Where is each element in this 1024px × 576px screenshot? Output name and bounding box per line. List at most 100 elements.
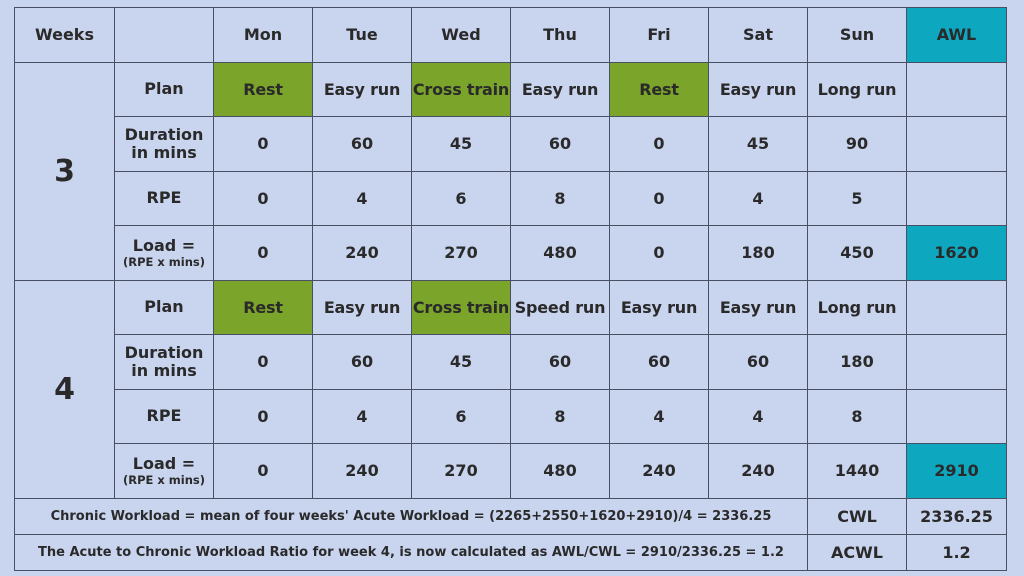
plan-cell-wed: Cross train: [411, 61, 511, 117]
plan-cell-sun: Long run: [807, 279, 907, 335]
load-cell-mon: 0: [213, 443, 313, 499]
plan-cell-fri: Easy run: [609, 279, 709, 335]
load-label: Load = (RPE x mins): [114, 225, 214, 281]
load-cell-fri: 0: [609, 225, 709, 281]
rpe-label: RPE: [114, 170, 214, 226]
week-4-duration-row: Duration in mins 0 60 45 60 60 60 180: [15, 334, 1007, 390]
week-3-rpe-row: RPE 0 4 6 8 0 4 5: [15, 170, 1007, 226]
cwl-value: 2336.25: [906, 497, 1007, 535]
acwl-value: 1.2: [906, 533, 1007, 571]
rpe-cell-mon: 0: [213, 170, 313, 226]
rpe-cell-sat: 4: [708, 170, 808, 226]
duration-label-line1: Duration: [124, 124, 204, 144]
acwl-formula: The Acute to Chronic Workload Ratio for …: [14, 533, 808, 571]
week-3-load-row: Load = (RPE x mins) 0 240 270 480 0 180 450 1620: [15, 225, 1007, 281]
week-4-plan-row: 4 Plan Rest Easy run Cross train Speed run Eas…: [14, 279, 1007, 499]
plan-cell-sat: Easy run: [708, 279, 808, 335]
acwl-row: The Acute to Chronic Workload Ratio for …: [14, 533, 1007, 571]
cwl-row: Chronic Workload = mean of four weeks' A…: [14, 497, 1007, 535]
load-cell-wed: 270: [411, 225, 511, 281]
rpe-cell-wed: 6: [411, 170, 511, 226]
awl-empty-cell: [906, 334, 1007, 390]
plan-label: Plan: [114, 61, 214, 117]
rpe-cell-sun: 8: [807, 388, 907, 444]
week-3-duration-row: Duration in mins 0 60 45 60 0 45 90: [15, 116, 1007, 172]
duration-label-line2: in mins: [131, 142, 197, 162]
rpe-cell-thu: 8: [510, 388, 610, 444]
plan-cell-fri: Rest: [609, 61, 709, 117]
load-cell-tue: 240: [312, 443, 412, 499]
plan-cell-mon: Rest: [213, 279, 313, 335]
rpe-cell-thu: 8: [510, 170, 610, 226]
rpe-cell-sun: 5: [807, 170, 907, 226]
awl-empty-cell: [906, 61, 1007, 117]
duration-cell-wed: 45: [411, 334, 511, 390]
awl-header: AWL: [906, 7, 1007, 63]
rpe-cell-mon: 0: [213, 388, 313, 444]
load-label-line2: (RPE x mins): [122, 472, 206, 487]
duration-cell-mon: 0: [213, 116, 313, 172]
awl-empty-cell: [906, 279, 1007, 335]
rpe-cell-tue: 4: [312, 388, 412, 444]
awl-value: 2910: [906, 443, 1007, 499]
load-cell-sat: 180: [708, 225, 808, 281]
week-4-load-row: Load = (RPE x mins) 0 240 270 480 240 240 1440 29…: [15, 443, 1007, 499]
plan-cell-mon: Rest: [213, 61, 313, 117]
plan-cell-thu: Easy run: [510, 61, 610, 117]
day-header-sat: Sat: [708, 7, 808, 63]
load-cell-mon: 0: [213, 225, 313, 281]
week-3-plan-row: 3 Plan Rest Easy run Cross train Easy run Rest…: [14, 61, 1007, 281]
duration-cell-wed: 45: [411, 116, 511, 172]
awl-empty-cell: [906, 388, 1007, 444]
load-label: Load = (RPE x mins): [114, 443, 214, 499]
duration-cell-thu: 60: [510, 334, 610, 390]
duration-cell-sun: 90: [807, 116, 907, 172]
duration-label: Duration in mins: [114, 116, 214, 172]
rpe-cell-fri: 0: [609, 170, 709, 226]
header-row: Weeks Mon Tue Wed Thu Fri Sat Sun AWL: [14, 7, 1007, 63]
duration-label: Duration in mins: [114, 334, 214, 390]
awl-empty-cell: [906, 116, 1007, 172]
training-load-table: Weeks Mon Tue Wed Thu Fri Sat Sun AWL 3P…: [14, 7, 1007, 571]
duration-cell-mon: 0: [213, 334, 313, 390]
awl-value: 1620: [906, 225, 1007, 281]
duration-cell-tue: 60: [312, 334, 412, 390]
load-label-line1: Load =: [132, 453, 196, 473]
day-header-fri: Fri: [609, 7, 709, 63]
duration-label-line2: in mins: [131, 360, 197, 380]
day-header-wed: Wed: [411, 7, 511, 63]
plan-cell-sun: Long run: [807, 61, 907, 117]
plan-cell-thu: Speed run: [510, 279, 610, 335]
rpe-cell-tue: 4: [312, 170, 412, 226]
load-label-line1: Load =: [132, 235, 196, 255]
rpe-cell-sat: 4: [708, 388, 808, 444]
duration-cell-tue: 60: [312, 116, 412, 172]
plan-cell-sat: Easy run: [708, 61, 808, 117]
load-cell-fri: 240: [609, 443, 709, 499]
duration-label-line1: Duration: [124, 342, 204, 362]
duration-cell-fri: 0: [609, 116, 709, 172]
load-cell-thu: 480: [510, 225, 610, 281]
plan-label: Plan: [114, 279, 214, 335]
day-header-mon: Mon: [213, 7, 313, 63]
plan-cell-tue: Easy run: [312, 279, 412, 335]
blank-header: [114, 7, 214, 63]
duration-cell-sun: 180: [807, 334, 907, 390]
weeks-header: Weeks: [14, 7, 115, 63]
duration-cell-fri: 60: [609, 334, 709, 390]
load-cell-sun: 1440: [807, 443, 907, 499]
cwl-label: CWL: [807, 497, 907, 535]
load-cell-tue: 240: [312, 225, 412, 281]
load-label-line2: (RPE x mins): [122, 254, 206, 269]
duration-cell-sat: 60: [708, 334, 808, 390]
day-header-thu: Thu: [510, 7, 610, 63]
rpe-cell-fri: 4: [609, 388, 709, 444]
acwl-label: ACWL: [807, 533, 907, 571]
awl-empty-cell: [906, 170, 1007, 226]
cwl-formula: Chronic Workload = mean of four weeks' A…: [14, 497, 808, 535]
duration-cell-sat: 45: [708, 116, 808, 172]
load-cell-sun: 450: [807, 225, 907, 281]
load-cell-thu: 480: [510, 443, 610, 499]
plan-cell-wed: Cross train: [411, 279, 511, 335]
rpe-cell-wed: 6: [411, 388, 511, 444]
